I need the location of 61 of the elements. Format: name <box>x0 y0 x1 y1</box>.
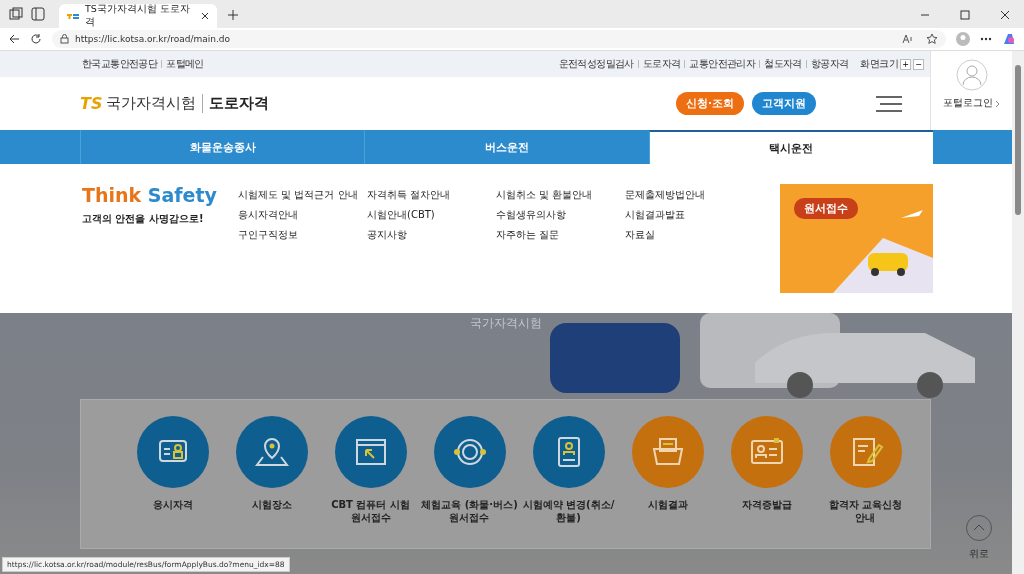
read-aloud-icon[interactable] <box>902 33 914 45</box>
copilot-icon[interactable] <box>1002 32 1016 46</box>
menu-icon[interactable] <box>876 95 902 112</box>
maximize-icon[interactable] <box>960 10 970 20</box>
back-icon[interactable] <box>8 33 20 45</box>
tagline: 고객의 안전을 사명감으로! <box>82 212 205 226</box>
close-icon[interactable] <box>201 12 209 20</box>
chevron-right-icon <box>996 100 1000 107</box>
font-size-button[interactable]: − <box>913 58 924 70</box>
quick-link[interactable]: CBT 컴퓨터 시험 원서접수 <box>321 416 420 548</box>
menu-link[interactable]: 시험제도 및 법적근거 안내 <box>238 188 367 202</box>
menu-link[interactable]: 시험결과발표 <box>625 208 754 222</box>
menu-link[interactable]: 응시자격안내 <box>238 208 367 222</box>
workspaces-icon[interactable] <box>9 7 23 21</box>
util-link[interactable]: 운전적성정밀검사 <box>558 57 634 71</box>
util-link[interactable]: 항공자격 <box>810 57 849 71</box>
portal-login-link[interactable]: 포털로그인 <box>943 97 1000 110</box>
nav-tab[interactable]: 화물운송종사 <box>80 130 365 164</box>
more-icon[interactable] <box>980 37 992 41</box>
tab-actions-icon[interactable] <box>31 7 45 21</box>
lock-icon[interactable] <box>60 34 69 44</box>
header-button[interactable]: 고객지원 <box>752 92 816 115</box>
slogan: Think Safety <box>82 184 218 206</box>
scroll-top-label[interactable]: 위로 <box>969 547 989 561</box>
menu-link[interactable]: 시험취소 및 환불안내 <box>496 188 625 202</box>
menu-link[interactable]: 문제출제방법안내 <box>625 188 754 202</box>
font-size-label: 화면크기 <box>860 57 898 71</box>
menu-link[interactable]: 시험안내(CBT) <box>367 208 496 222</box>
font-size-button[interactable]: + <box>900 58 911 70</box>
nav-tab[interactable]: 택시운전 <box>648 130 933 164</box>
nav-tab[interactable]: 버스운전 <box>364 130 649 164</box>
logo-subtitle[interactable]: 도로자격 <box>202 94 270 113</box>
scrollbar-thumb[interactable] <box>1015 65 1021 215</box>
quick-link[interactable]: 시험예약 변경(취소/ 환불) <box>519 416 618 548</box>
address-field[interactable]: https://lic.kotsa.or.kr/road/main.do <box>52 30 946 48</box>
new-tab-icon[interactable] <box>227 9 239 21</box>
quick-link[interactable]: 자격증발급 <box>717 416 816 548</box>
apply-banner[interactable]: 원서접수 <box>780 184 933 293</box>
menu-link[interactable]: 공지사항 <box>367 228 496 242</box>
quick-link[interactable]: 합격자 교육신청 안내 <box>816 416 915 548</box>
util-link[interactable]: 포털메인 <box>166 57 204 71</box>
favorite-star-icon[interactable] <box>926 33 938 45</box>
menu-link[interactable]: 자격취득 절차안내 <box>367 188 496 202</box>
reload-icon[interactable] <box>30 33 42 45</box>
util-link[interactable]: 철도자격 <box>764 57 802 71</box>
quick-link[interactable]: 시험결과 <box>618 416 717 548</box>
quick-link[interactable]: 체험교육 (화물·버스) 원서접수 <box>420 416 519 548</box>
logo-title[interactable]: 국가자격시험 <box>106 94 197 113</box>
menu-link[interactable]: 자주하는 질문 <box>496 228 625 242</box>
hero-caption: 국가자격시험 <box>470 315 542 332</box>
quick-link[interactable]: 응시자격 <box>123 416 222 548</box>
menu-link[interactable]: 수험생유의사항 <box>496 208 625 222</box>
ts-favicon-icon <box>67 12 79 20</box>
menu-link[interactable]: 구인구직정보 <box>238 228 367 242</box>
util-link[interactable]: 도로자격 <box>642 57 681 71</box>
quick-link[interactable]: 시험장소 <box>222 416 321 548</box>
browser-tab[interactable]: TS국가자격시험 도로자격 <box>59 4 217 28</box>
close-icon[interactable] <box>1000 10 1010 20</box>
menu-link[interactable]: 자료실 <box>625 228 754 242</box>
util-link[interactable]: 한국교통안전공단 <box>82 57 158 71</box>
util-link[interactable]: 교통안전관리자 <box>689 57 756 71</box>
